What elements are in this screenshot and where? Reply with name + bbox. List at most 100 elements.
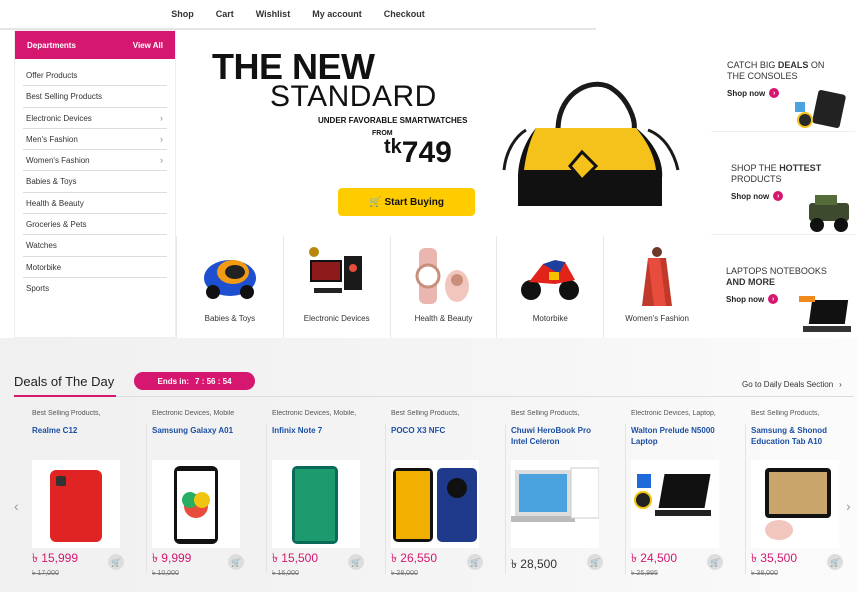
- product-name[interactable]: Samsung & Shonod Education Tab A10: [751, 425, 847, 447]
- department-label: Babies & Toys: [26, 177, 77, 187]
- product-card[interactable]: Best Selling Products, POCO X3 NFC ৳ 26,…: [385, 410, 503, 580]
- product-name[interactable]: Infinix Note 7: [272, 425, 368, 436]
- add-to-cart-icon[interactable]: 🛒: [587, 554, 603, 570]
- product-card[interactable]: Best Selling Products, Realme C12 ৳ 15,9…: [32, 410, 144, 580]
- department-label: Motorbike: [26, 262, 62, 272]
- category-electronic-devices[interactable]: Electronic Devices: [282, 236, 390, 338]
- department-item[interactable]: Sports: [23, 278, 167, 299]
- department-item[interactable]: Men's Fashion ›: [23, 129, 167, 151]
- go-to-daily-deals-link[interactable]: Go to Daily Deals Section ›: [742, 380, 842, 389]
- department-item[interactable]: Babies & Toys: [23, 171, 167, 193]
- category-womens-fashion[interactable]: Women's Fashion: [603, 236, 710, 338]
- department-label: Women's Fashion: [26, 156, 90, 166]
- add-to-cart-icon[interactable]: 🛒: [348, 554, 364, 570]
- deals-title-underline: [14, 395, 116, 397]
- category-health-beauty[interactable]: Health & Beauty: [389, 236, 497, 338]
- product-image[interactable]: [631, 460, 719, 548]
- department-item[interactable]: Electronic Devices ›: [23, 108, 167, 129]
- department-item[interactable]: Motorbike: [23, 257, 167, 278]
- product-card[interactable]: Best Selling Products, Samsung & Shonod …: [745, 410, 858, 580]
- product-name[interactable]: Chuwi HeroBook Pro Intel Celeron: [511, 425, 607, 447]
- nav-cart[interactable]: Cart: [216, 9, 234, 19]
- department-item[interactable]: Health & Beauty: [23, 193, 167, 215]
- product-name[interactable]: Walton Prelude N5000 Laptop: [631, 425, 727, 447]
- chevron-right-icon: ›: [160, 155, 163, 166]
- product-card[interactable]: Electronic Devices, Laptop, Walton Prelu…: [625, 410, 743, 580]
- add-to-cart-icon[interactable]: 🛒: [467, 554, 483, 570]
- go-to-daily-deals-label: Go to Daily Deals Section: [742, 380, 834, 389]
- add-to-cart-icon[interactable]: 🛒: [228, 554, 244, 570]
- hero-title-line2: STANDARD: [270, 80, 437, 113]
- department-label: Offer Products: [26, 71, 78, 80]
- card-divider: [505, 424, 506, 574]
- product-name[interactable]: POCO X3 NFC: [391, 425, 487, 436]
- card-divider: [266, 424, 267, 574]
- department-item[interactable]: Watches: [23, 235, 167, 257]
- product-card[interactable]: Electronic Devices, Mobile Samsung Galax…: [146, 410, 264, 580]
- promo-hottest-line2: PRODUCTS: [731, 174, 782, 184]
- promo-laptops-line1: LAPTOPS NOTEBOOKS: [726, 266, 827, 276]
- product-name[interactable]: Samsung Galaxy A01: [152, 425, 248, 436]
- add-to-cart-icon[interactable]: 🛒: [707, 554, 723, 570]
- product-image[interactable]: [32, 460, 120, 548]
- nav-checkout[interactable]: Checkout: [384, 9, 425, 19]
- department-item[interactable]: Best Selling Products: [23, 86, 167, 108]
- product-category: Best Selling Products,: [751, 410, 820, 417]
- start-buying-button[interactable]: 🛒 Start Buying: [338, 188, 475, 216]
- deals-title: Deals of The Day: [14, 374, 115, 389]
- product-name[interactable]: Realme C12: [32, 425, 128, 436]
- promo-consoles-line1b: ON: [808, 60, 825, 70]
- toy-jeep-image: [809, 195, 849, 232]
- product-category: Electronic Devices, Mobile,: [272, 410, 357, 417]
- promo-hottest[interactable]: SHOP THE HOTTEST PRODUCTS Shop now ›: [711, 133, 855, 235]
- nav-shop[interactable]: Shop: [171, 9, 194, 19]
- product-card[interactable]: Electronic Devices, Mobile, Infinix Note…: [266, 410, 384, 580]
- category-motorbike[interactable]: Motorbike: [496, 236, 603, 338]
- promo-hottest-line1: SHOP THE: [731, 163, 780, 173]
- product-image[interactable]: [751, 460, 839, 548]
- laptop-image: [799, 296, 851, 332]
- promo-hottest-bold: HOTTEST: [779, 163, 822, 173]
- departments-header: Departments View All: [15, 31, 175, 59]
- view-all-link[interactable]: View All: [133, 41, 163, 50]
- nav-wishlist[interactable]: Wishlist: [256, 9, 290, 19]
- hero-subtitle: UNDER FAVORABLE SMARTWATCHES: [318, 116, 468, 125]
- product-category: Electronic Devices, Laptop,: [631, 410, 716, 417]
- departments-title: Departments: [27, 40, 76, 50]
- start-buying-label: Start Buying: [384, 196, 444, 208]
- chevron-right-icon: ›: [160, 133, 163, 144]
- promo-laptops-shop-now[interactable]: Shop now ›: [726, 294, 779, 304]
- category-label: Health & Beauty: [414, 314, 473, 323]
- category-babies-toys[interactable]: Babies & Toys: [176, 236, 283, 338]
- category-label: Motorbike: [532, 314, 568, 323]
- promo-consoles-line2: THE CONSOLES: [727, 71, 798, 81]
- handbag-image: [502, 81, 680, 206]
- add-to-cart-icon[interactable]: 🛒: [108, 554, 124, 570]
- nav-my-account[interactable]: My account: [312, 9, 362, 19]
- product-image[interactable]: [511, 460, 599, 548]
- product-image[interactable]: [152, 460, 240, 548]
- carousel-prev-arrow[interactable]: ‹: [14, 498, 19, 514]
- product-category: Best Selling Products,: [511, 410, 580, 417]
- promo-hottest-text: SHOP THE HOTTEST PRODUCTS: [731, 163, 821, 185]
- promo-consoles[interactable]: CATCH BIG DEALS ON THE CONSOLES Shop now…: [711, 30, 855, 132]
- product-category: Electronic Devices, Mobile: [152, 410, 235, 417]
- product-image[interactable]: [272, 460, 360, 548]
- product-image[interactable]: [391, 460, 479, 548]
- department-item[interactable]: Groceries & Pets: [23, 214, 167, 236]
- product-card[interactable]: Best Selling Products, Chuwi HeroBook Pr…: [505, 410, 623, 580]
- product-old-price: ৳ 38,000: [751, 570, 778, 577]
- department-item[interactable]: Women's Fashion ›: [23, 150, 167, 172]
- countdown-time: 7 : 56 : 54: [195, 376, 232, 386]
- promo-hottest-shop-now[interactable]: Shop now ›: [731, 191, 784, 201]
- department-item[interactable]: Offer Products: [23, 65, 167, 87]
- countdown-badge: Ends in: 7 : 56 : 54: [134, 372, 255, 390]
- cart-icon: 🛒: [369, 196, 382, 208]
- card-divider: [745, 424, 746, 574]
- chevron-right-icon: ›: [839, 380, 842, 389]
- hero-banner: THE NEW STANDARD UNDER FAVORABLE SMARTWA…: [176, 30, 710, 236]
- hero-price-amount: 749: [401, 136, 452, 169]
- promo-laptops[interactable]: LAPTOPS NOTEBOOKS AND MORE Shop now ›: [711, 236, 855, 338]
- promo-consoles-shop-now[interactable]: Shop now ›: [727, 88, 780, 98]
- add-to-cart-icon[interactable]: 🛒: [827, 554, 843, 570]
